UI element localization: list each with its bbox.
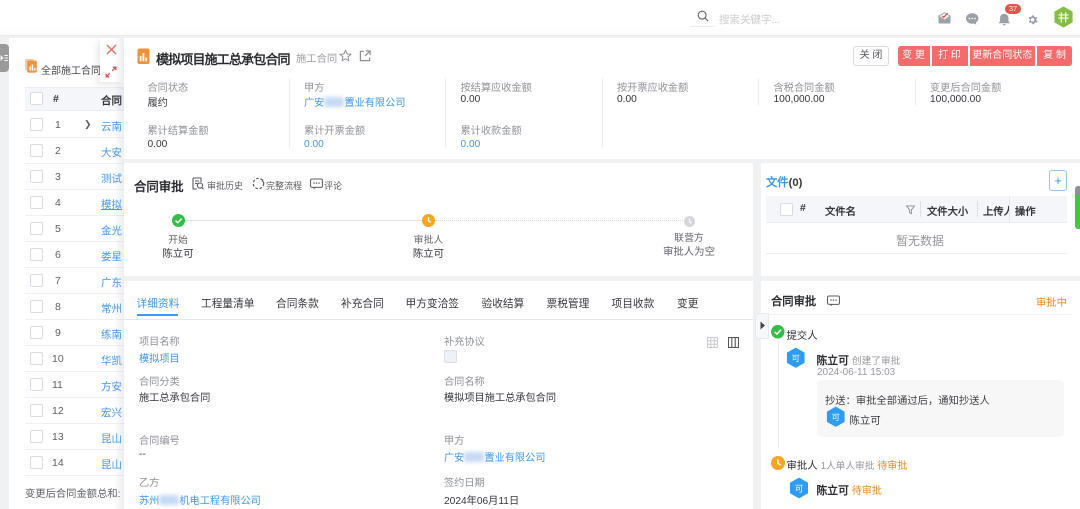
svg-text:可: 可 [795,483,803,493]
svg-text:可: 可 [831,413,839,422]
svg-text:可: 可 [791,354,799,363]
